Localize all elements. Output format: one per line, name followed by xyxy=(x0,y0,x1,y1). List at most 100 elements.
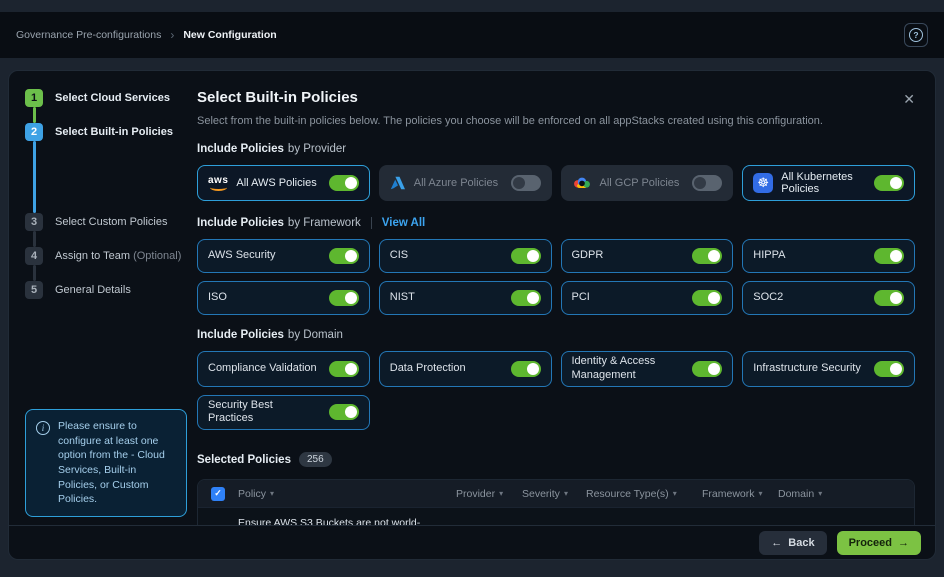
column-policy[interactable]: Policy ▾ xyxy=(238,488,456,500)
card-infrastructure-security[interactable]: Infrastructure Security xyxy=(742,351,915,387)
pci-toggle[interactable] xyxy=(692,290,722,306)
step-1-badge: 1 xyxy=(25,89,43,107)
framework-cards-row-2: ISO NIST PCI SOC2 xyxy=(197,281,915,315)
domain-cards-row-2: Security Best Practices xyxy=(197,395,915,431)
help-button[interactable]: ? xyxy=(904,23,928,47)
security-best-practices-toggle[interactable] xyxy=(329,404,359,420)
configuration-notice: i Please ensure to configure at least on… xyxy=(25,409,187,517)
sort-caret-icon: ▾ xyxy=(818,489,822,498)
table-header-row: ✓ Policy ▾ Provider ▾ Severity ▾ Resour xyxy=(198,480,914,507)
card-label: PCI xyxy=(572,291,685,305)
column-label: Policy xyxy=(238,488,266,500)
step-connector xyxy=(33,107,36,123)
card-iso[interactable]: ISO xyxy=(197,281,370,315)
table-row[interactable]: ✓ Ensure AWS S3 Buckets are not world-li… xyxy=(198,507,914,525)
infrastructure-security-toggle[interactable] xyxy=(874,361,904,377)
card-label: Data Protection xyxy=(390,362,503,376)
nist-toggle[interactable] xyxy=(511,290,541,306)
card-nist[interactable]: NIST xyxy=(379,281,552,315)
card-identity-access-management[interactable]: Identity & Access Management xyxy=(561,351,734,387)
step-connector xyxy=(33,141,36,213)
wizard-footer: ← Back Proceed → xyxy=(9,525,935,559)
view-all-link[interactable]: View All xyxy=(382,217,425,229)
configuration-wizard-card: 1 Select Cloud Services 2 Select Built-i… xyxy=(8,70,936,560)
card-all-aws-policies[interactable]: aws All AWS Policies xyxy=(197,165,370,201)
card-label: HIPPA xyxy=(753,249,866,263)
gcp-policies-toggle[interactable] xyxy=(692,175,722,191)
close-icon[interactable]: ✕ xyxy=(903,91,915,108)
selected-count-badge: 256 xyxy=(299,452,332,467)
card-label: Infrastructure Security xyxy=(753,362,866,376)
iso-toggle[interactable] xyxy=(329,290,359,306)
card-hippa[interactable]: HIPPA xyxy=(742,239,915,273)
data-protection-toggle[interactable] xyxy=(511,361,541,377)
heading-divider xyxy=(371,217,372,229)
back-label: Back xyxy=(788,537,814,549)
column-framework[interactable]: Framework ▾ xyxy=(702,488,778,500)
help-icon: ? xyxy=(909,28,923,42)
breadcrumb-parent-link[interactable]: Governance Pre-configurations xyxy=(16,29,161,41)
card-cis[interactable]: CIS xyxy=(379,239,552,273)
compliance-validation-toggle[interactable] xyxy=(329,361,359,377)
hippa-toggle[interactable] xyxy=(874,248,904,264)
card-gdpr[interactable]: GDPR xyxy=(561,239,734,273)
breadcrumb-current: New Configuration xyxy=(183,29,276,41)
gdpr-toggle[interactable] xyxy=(692,248,722,264)
card-label: All Kubernetes Policies xyxy=(781,171,866,195)
identity-access-management-toggle[interactable] xyxy=(692,361,722,377)
aws-security-toggle[interactable] xyxy=(329,248,359,264)
info-icon: i xyxy=(36,421,50,435)
step-select-built-in-policies[interactable]: 2 Select Built-in Policies xyxy=(25,123,197,141)
notice-text: Please ensure to configure at least one … xyxy=(58,419,176,507)
card-soc2[interactable]: SOC2 xyxy=(742,281,915,315)
column-label: Severity xyxy=(522,488,560,500)
step-4-badge: 4 xyxy=(25,247,43,265)
step-assign-to-team[interactable]: 4 Assign to Team (Optional) xyxy=(25,247,197,265)
card-label: Security Best Practices xyxy=(208,399,321,427)
column-severity[interactable]: Severity ▾ xyxy=(522,488,586,500)
provider-heading-bold: Include Policies xyxy=(197,143,284,155)
domain-section-heading: Include Policies by Domain xyxy=(197,329,915,341)
aws-logo-icon: aws xyxy=(208,176,228,191)
card-security-best-practices[interactable]: Security Best Practices xyxy=(197,395,370,431)
step-2-badge: 2 xyxy=(25,123,43,141)
card-pci[interactable]: PCI xyxy=(561,281,734,315)
step-2-label: Select Built-in Policies xyxy=(55,126,173,138)
card-data-protection[interactable]: Data Protection xyxy=(379,351,552,387)
kubernetes-policies-toggle[interactable] xyxy=(874,175,904,191)
card-label: NIST xyxy=(390,291,503,305)
back-button[interactable]: ← Back xyxy=(759,531,826,555)
card-compliance-validation[interactable]: Compliance Validation xyxy=(197,351,370,387)
column-resource-type[interactable]: Resource Type(s) ▾ xyxy=(586,488,702,500)
kubernetes-logo-icon: ☸ xyxy=(753,173,773,193)
step-select-custom-policies[interactable]: 3 Select Custom Policies xyxy=(25,213,197,231)
selected-policies-heading: Selected Policies 256 xyxy=(197,452,915,467)
back-arrow-icon: ← xyxy=(771,537,782,549)
card-all-azure-policies[interactable]: All Azure Policies xyxy=(379,165,552,201)
panel-subtitle: Select from the built-in policies below.… xyxy=(197,115,915,127)
step-general-details[interactable]: 5 General Details xyxy=(25,281,197,299)
provider-heading-rest: by Provider xyxy=(288,143,346,155)
card-aws-security[interactable]: AWS Security xyxy=(197,239,370,273)
azure-policies-toggle[interactable] xyxy=(511,175,541,191)
card-label: Identity & Access Management xyxy=(572,355,685,383)
card-all-gcp-policies[interactable]: All GCP Policies xyxy=(561,165,734,201)
sort-caret-icon: ▾ xyxy=(499,489,503,498)
card-label: ISO xyxy=(208,291,321,305)
step-4-label: Assign to Team (Optional) xyxy=(55,250,181,262)
select-all-checkbox[interactable]: ✓ xyxy=(211,487,225,501)
cis-toggle[interactable] xyxy=(511,248,541,264)
step-select-cloud-services[interactable]: 1 Select Cloud Services xyxy=(25,89,197,107)
soc2-toggle[interactable] xyxy=(874,290,904,306)
step-connector xyxy=(33,231,36,247)
provider-cards: aws All AWS Policies All Azure Policies xyxy=(197,165,915,201)
card-label: All GCP Policies xyxy=(600,177,685,189)
column-label: Resource Type(s) xyxy=(586,488,669,500)
column-domain[interactable]: Domain ▾ xyxy=(778,488,914,500)
card-all-kubernetes-policies[interactable]: ☸ All Kubernetes Policies xyxy=(742,165,915,201)
proceed-button[interactable]: Proceed → xyxy=(837,531,921,555)
aws-policies-toggle[interactable] xyxy=(329,175,359,191)
sort-caret-icon: ▾ xyxy=(564,489,568,498)
card-label: AWS Security xyxy=(208,249,321,263)
column-provider[interactable]: Provider ▾ xyxy=(456,488,522,500)
